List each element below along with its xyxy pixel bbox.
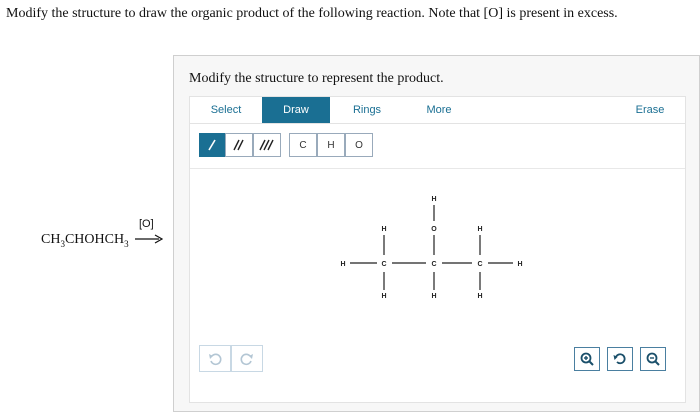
atom-h[interactable]: H — [477, 293, 482, 300]
atom-h[interactable]: H — [431, 196, 436, 203]
question-text: Modify the structure to draw the organic… — [6, 6, 618, 21]
zoom-out-icon — [646, 352, 660, 366]
atom-c[interactable]: C — [431, 261, 436, 268]
reagent-label: [O] — [139, 218, 154, 230]
single-bond-icon — [208, 139, 216, 151]
zoom-in-icon — [580, 352, 594, 366]
reset-zoom-icon — [613, 353, 626, 365]
atom-c[interactable]: C — [381, 261, 386, 268]
drawing-canvas[interactable]: H O H H C H C H H C H H — [190, 169, 685, 402]
reset-zoom-button[interactable] — [607, 347, 633, 371]
atom-c[interactable]: C — [477, 261, 482, 268]
triple-bond-icon — [259, 139, 274, 151]
double-bond-icon — [233, 139, 244, 151]
reactant-formula: CH3CHOHCH3 — [41, 232, 129, 249]
reaction-scheme: CH3CHOHCH3 [O] — [41, 218, 171, 258]
undo-button[interactable] — [199, 345, 231, 372]
double-bond-button[interactable] — [225, 133, 253, 157]
zoom-in-button[interactable] — [574, 347, 600, 371]
oxygen-atom-button[interactable]: O — [345, 133, 373, 157]
atom-h[interactable]: H — [431, 293, 436, 300]
single-bond-button[interactable] — [199, 133, 225, 157]
hydrogen-atom-button[interactable]: H — [317, 133, 345, 157]
tool-row: C H O — [190, 124, 685, 169]
redo-button[interactable] — [231, 345, 263, 372]
tab-erase[interactable]: Erase — [615, 97, 685, 123]
undo-icon — [209, 353, 222, 365]
tab-select[interactable]: Select — [190, 97, 262, 123]
drawing-panel: Modify the structure to represent the pr… — [173, 55, 700, 412]
atom-h[interactable]: H — [517, 261, 522, 268]
atom-h[interactable]: H — [340, 261, 345, 268]
tab-rings[interactable]: Rings — [330, 97, 404, 123]
redo-icon — [240, 353, 253, 365]
triple-bond-button[interactable] — [253, 133, 281, 157]
zoom-out-button[interactable] — [640, 347, 666, 371]
structure-editor: Select Draw Rings More Erase C H O H O H… — [189, 96, 686, 403]
atom-h[interactable]: H — [477, 226, 482, 233]
reaction-arrow-icon — [135, 234, 163, 244]
tab-more[interactable]: More — [404, 97, 474, 123]
atom-h[interactable]: H — [381, 293, 386, 300]
atom-h[interactable]: H — [381, 226, 386, 233]
carbon-atom-button[interactable]: C — [289, 133, 317, 157]
tab-draw[interactable]: Draw — [262, 97, 330, 123]
editor-tabs: Select Draw Rings More Erase — [190, 97, 685, 124]
instruction-text: Modify the structure to represent the pr… — [189, 71, 444, 86]
atom-o[interactable]: O — [431, 226, 437, 233]
